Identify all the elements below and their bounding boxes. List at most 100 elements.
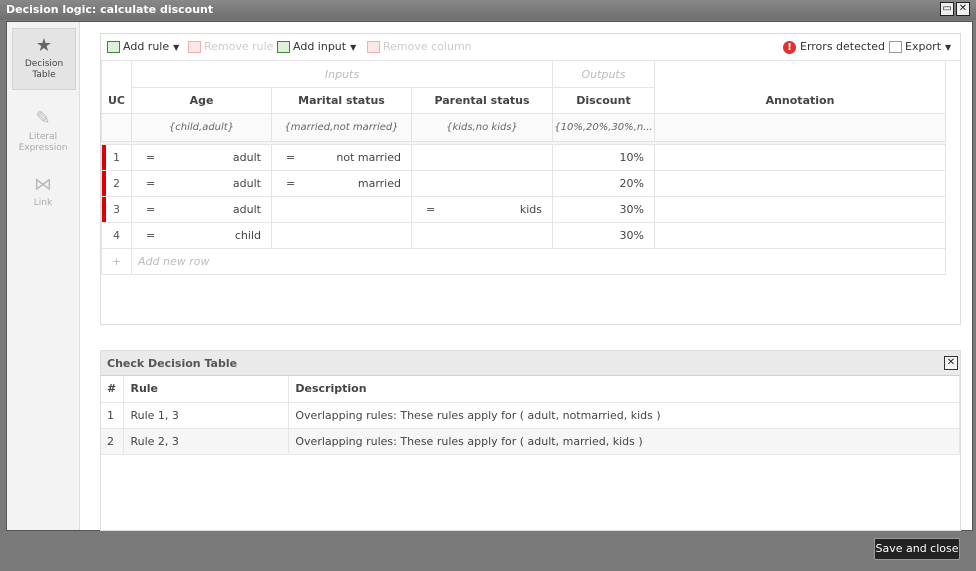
check-panel-title: Check Decision Table: [107, 357, 238, 370]
allowed-values-parental-status[interactable]: {kids,no kids}: [411, 113, 553, 142]
add-rule-button[interactable]: Add rule ▼: [107, 40, 179, 54]
annotation-cell[interactable]: [654, 222, 946, 249]
nav-decision-table[interactable]: ★ Decision Table: [12, 28, 76, 90]
row-number[interactable]: 4: [101, 222, 132, 249]
age-operator: =: [146, 151, 156, 164]
parental-status-cell[interactable]: [411, 144, 553, 171]
parental-operator: =: [426, 203, 436, 216]
inputs-group-header: Inputs: [131, 60, 553, 88]
marital-status-cell[interactable]: [271, 196, 412, 223]
age-value: child: [234, 229, 261, 242]
decision-table-panel: Add rule ▼ Remove rule Add input ▼ Remove …: [100, 33, 961, 325]
age-operator: =: [146, 177, 156, 190]
export-icon: [889, 41, 902, 53]
maximize-icon[interactable]: ▭: [940, 2, 954, 16]
allowed-values-uc: [101, 113, 132, 142]
close-icon[interactable]: ✕: [944, 356, 958, 370]
errors-detected-label: Errors detected: [800, 40, 885, 53]
marital-value: married: [357, 177, 401, 190]
marital-value: not married: [336, 151, 401, 164]
check-row-description: Overlapping rules: These rules apply for…: [288, 402, 960, 429]
remove-column-button[interactable]: Remove column: [367, 40, 472, 54]
parental-status-cell[interactable]: [411, 170, 553, 197]
add-input-label: Add input: [293, 40, 347, 53]
age-cell[interactable]: = adult: [131, 196, 272, 223]
left-nav: ★ Decision Table ✎ Literal Expression ⋈ …: [7, 22, 80, 530]
nav-literal-expression[interactable]: ✎ Literal Expression: [12, 102, 74, 162]
add-input-button[interactable]: Add input ▼: [277, 40, 356, 54]
remove-rule-icon: [188, 41, 201, 53]
toolbar: Add rule ▼ Remove rule Add input ▼ Remove …: [101, 34, 960, 61]
check-row-number: 2: [101, 428, 125, 455]
age-operator: =: [146, 203, 156, 216]
marital-status-cell[interactable]: = married: [271, 170, 412, 197]
add-rule-icon: [107, 41, 120, 53]
remove-rule-button[interactable]: Remove rule: [188, 40, 273, 54]
chevron-down-icon: ▼: [350, 43, 357, 52]
errors-detected-button[interactable]: ! Errors detected: [783, 40, 885, 54]
check-row-number: 1: [101, 402, 125, 429]
table-row[interactable]: 2 = adult = married 20%: [101, 170, 946, 197]
row-number[interactable]: 1: [101, 144, 132, 171]
age-value: adult: [232, 177, 261, 190]
column-header-discount[interactable]: Discount: [552, 87, 655, 114]
check-row-rule: Rule 2, 3: [123, 428, 290, 455]
window-title: Decision logic: calculate discount: [6, 3, 214, 16]
marital-status-cell[interactable]: = not married: [271, 144, 412, 171]
export-button[interactable]: Export ▼: [889, 40, 951, 54]
nav-link[interactable]: ⋈ Link: [12, 168, 74, 228]
check-results-table: # Rule Description 1 Rule 1, 3 Overlappi…: [101, 376, 960, 455]
add-new-row-link[interactable]: Add new row: [131, 248, 946, 275]
column-header-marital-status[interactable]: Marital status: [271, 87, 412, 114]
age-cell[interactable]: = adult: [131, 144, 272, 171]
column-header-rule: Rule: [123, 376, 290, 403]
annotation-cell[interactable]: [654, 196, 946, 223]
discount-cell[interactable]: 30%: [552, 196, 655, 223]
discount-cell[interactable]: 30%: [552, 222, 655, 249]
pencil-icon: ✎: [35, 108, 51, 129]
allowed-values-marital-status[interactable]: {married,not married}: [271, 113, 412, 142]
plus-icon[interactable]: +: [101, 248, 132, 275]
remove-column-label: Remove column: [383, 40, 472, 53]
parental-status-cell[interactable]: [411, 222, 553, 249]
discount-cell[interactable]: 10%: [552, 144, 655, 171]
allowed-values-discount[interactable]: {10%,20%,30%,n...: [552, 113, 655, 142]
row-number[interactable]: 2: [101, 170, 132, 197]
parental-status-cell[interactable]: = kids: [411, 196, 553, 223]
table-row[interactable]: 1 Rule 1, 3 Overlapping rules: These rul…: [101, 402, 960, 429]
save-and-close-button[interactable]: Save and close: [874, 538, 960, 560]
marital-status-cell[interactable]: [271, 222, 412, 249]
age-operator: =: [146, 229, 156, 242]
row-number[interactable]: 3: [101, 196, 132, 223]
column-header-number: #: [101, 376, 125, 403]
marital-operator: =: [286, 151, 296, 164]
table-row[interactable]: 4 = child 30%: [101, 222, 946, 249]
check-decision-table-panel: Check Decision Table ✕ # Rule Descriptio…: [100, 350, 961, 531]
column-header-parental-status[interactable]: Parental status: [411, 87, 553, 114]
column-header-annotation[interactable]: Annotation: [654, 87, 946, 114]
age-cell[interactable]: = child: [131, 222, 272, 249]
window-titlebar: Decision logic: calculate discount ▭ ✕: [0, 0, 976, 20]
close-icon[interactable]: ✕: [956, 2, 970, 16]
remove-rule-label: Remove rule: [204, 40, 274, 53]
error-icon: !: [783, 40, 796, 54]
parental-value: kids: [519, 203, 542, 216]
annotation-cell[interactable]: [654, 144, 946, 171]
link-icon: ⋈: [34, 174, 52, 195]
chevron-down-icon: ▼: [945, 43, 952, 52]
allowed-values-age[interactable]: {child,adult}: [131, 113, 272, 142]
nav-literal-expression-label: Literal Expression: [18, 132, 68, 153]
table-row[interactable]: 1 = adult = not married 10%: [101, 144, 946, 171]
add-row[interactable]: + Add new row: [101, 248, 946, 275]
star-icon: ★: [35, 35, 53, 56]
table-row[interactable]: 2 Rule 2, 3 Overlapping rules: These rul…: [101, 428, 960, 455]
discount-cell[interactable]: 20%: [552, 170, 655, 197]
column-header-age[interactable]: Age: [131, 87, 272, 114]
check-row-description: Overlapping rules: These rules apply for…: [288, 428, 960, 455]
outputs-group-header: Outputs: [552, 60, 655, 88]
export-label: Export: [905, 40, 942, 53]
table-row[interactable]: 3 = adult = kids 30%: [101, 196, 946, 223]
age-cell[interactable]: = adult: [131, 170, 272, 197]
annotation-cell[interactable]: [654, 170, 946, 197]
allowed-values-annotation: [654, 113, 946, 142]
